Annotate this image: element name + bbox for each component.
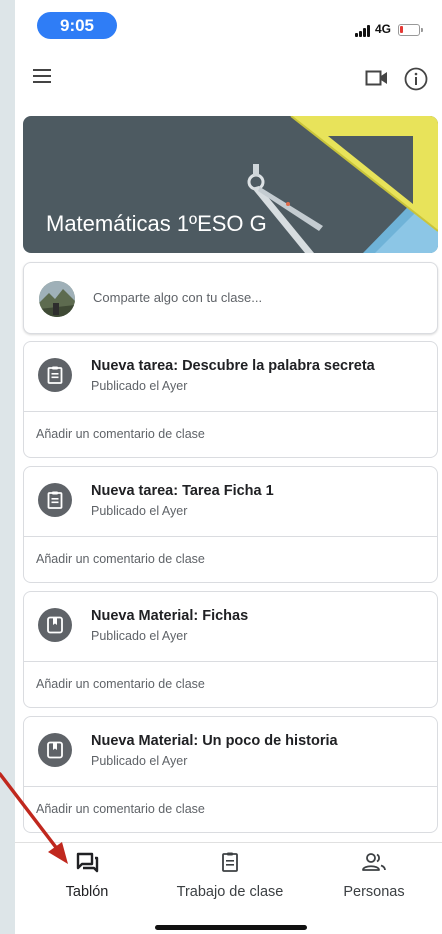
info-icon[interactable] [403,66,429,92]
post-card[interactable]: Nueva Material: Un poco de historia Publ… [23,716,438,833]
assignment-icon [38,483,72,517]
class-title: Matemáticas 1ºESO G [46,211,267,236]
add-comment-input[interactable]: Añadir un comentario de clase [36,427,205,441]
post-title[interactable]: Nueva Material: Un poco de historia [91,733,338,749]
battery-icon [398,24,423,36]
post-title[interactable]: Nueva tarea: Tarea Ficha 1 [91,483,274,499]
add-comment-input[interactable]: Añadir un comentario de clase [36,677,205,691]
tab-people[interactable]: Personas [341,851,407,900]
share-input[interactable]: Comparte algo con tu clase... [93,290,262,305]
post-date: Publicado el Ayer [91,504,188,518]
video-camera-icon[interactable] [365,68,389,88]
post-date: Publicado el Ayer [91,754,188,768]
tab-label: Trabajo de clase [176,884,284,900]
material-icon [38,608,72,642]
home-indicator [155,925,307,930]
material-icon [38,733,72,767]
divider [24,661,437,662]
avatar [39,281,75,317]
share-card[interactable]: Comparte algo con tu clase... [23,262,438,334]
class-banner[interactable]: Matemáticas 1ºESO G [23,116,438,253]
divider [24,536,437,537]
divider [24,411,437,412]
network-type: 4G [375,22,392,36]
tab-classwork[interactable]: Trabajo de clase [171,851,289,900]
tab-label: Personas [343,884,405,900]
add-comment-input[interactable]: Añadir un comentario de clase [36,552,205,566]
annotation-arrow [0,772,68,864]
classwork-icon [222,852,238,872]
signal-icon [355,25,373,37]
people-icon [362,853,386,871]
assignment-icon [38,358,72,392]
post-card[interactable]: Nueva tarea: Descubre la palabra secreta… [23,341,438,458]
post-card[interactable]: Nueva Material: Fichas Publicado el Ayer… [23,591,438,708]
status-bar: 9:05 4G [15,0,442,48]
tab-label: Tablón [65,884,109,900]
divider [24,786,437,787]
post-date: Publicado el Ayer [91,629,188,643]
top-app-bar [15,52,442,108]
post-title[interactable]: Nueva Material: Fichas [91,608,248,624]
status-time: 9:05 [37,12,117,39]
post-date: Publicado el Ayer [91,379,188,393]
post-card[interactable]: Nueva tarea: Tarea Ficha 1 Publicado el … [23,466,438,583]
hamburger-menu-icon[interactable] [33,69,53,85]
post-title[interactable]: Nueva tarea: Descubre la palabra secreta [91,358,375,374]
